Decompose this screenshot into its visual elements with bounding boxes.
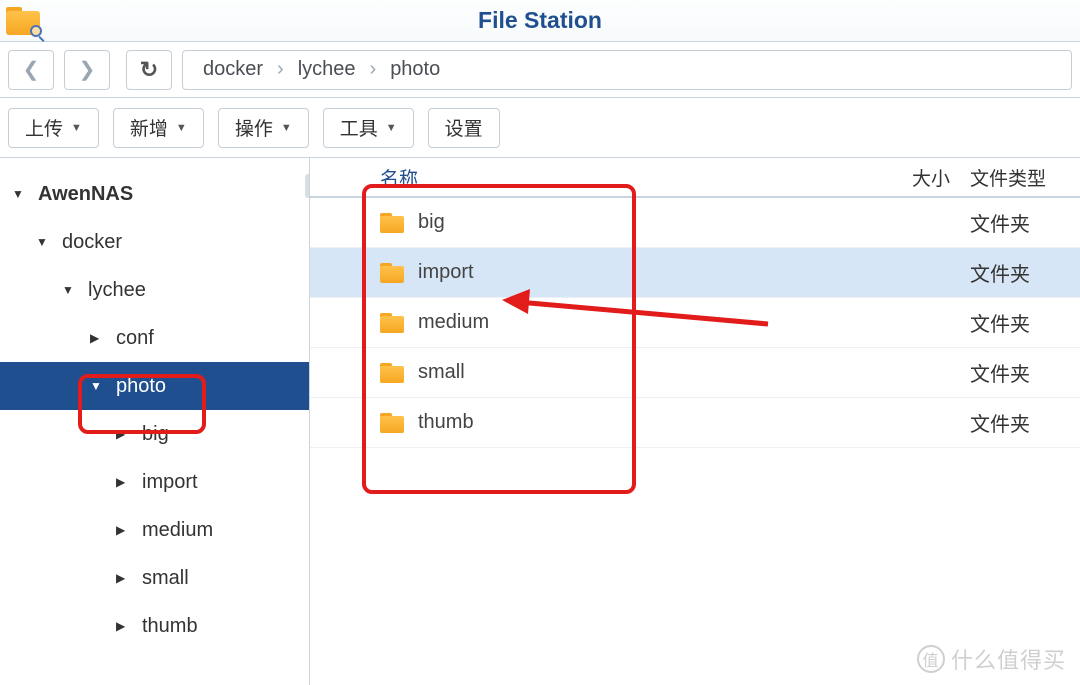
caret-down-icon: ▼: [281, 122, 292, 134]
folder-icon: [380, 213, 404, 233]
triangle-right-icon: ▶: [116, 475, 132, 489]
triangle-right-icon: ▶: [116, 619, 132, 633]
chevron-right-icon: ❯: [79, 57, 96, 82]
folder-icon: [380, 363, 404, 383]
caret-down-icon: ▼: [386, 122, 397, 134]
file-type: 文件夹: [970, 358, 1080, 387]
action-label: 操作: [235, 114, 273, 141]
file-row-big[interactable]: big 文件夹: [310, 198, 1080, 248]
list-header: 名称 大小 文件类型: [310, 158, 1080, 198]
tree-label: lychee: [88, 279, 146, 302]
breadcrumb-item[interactable]: docker: [203, 58, 263, 81]
upload-button[interactable]: 上传 ▼: [8, 108, 99, 148]
new-button[interactable]: 新增 ▼: [113, 108, 204, 148]
folder-icon: [380, 313, 404, 333]
tree-item-import[interactable]: ▶ import: [0, 458, 309, 506]
tree-item-lychee[interactable]: ▼ lychee: [0, 266, 309, 314]
tree-label: photo: [116, 375, 166, 398]
triangle-down-icon: ▼: [62, 283, 78, 297]
tree-label: import: [142, 471, 198, 494]
reload-button[interactable]: ↻: [126, 50, 172, 90]
triangle-right-icon: ▶: [90, 331, 106, 345]
forward-button[interactable]: ❯: [64, 50, 110, 90]
file-row-medium[interactable]: medium 文件夹: [310, 298, 1080, 348]
sidebar-resize-handle[interactable]: [304, 158, 310, 685]
tree-label: medium: [142, 519, 213, 542]
app-title: File Station: [0, 7, 1080, 34]
tree-item-small[interactable]: ▶ small: [0, 554, 309, 602]
tools-label: 工具: [340, 114, 378, 141]
triangle-down-icon: ▼: [90, 379, 106, 393]
tree-label: conf: [116, 327, 154, 350]
triangle-right-icon: ▶: [116, 427, 132, 441]
tree-label: small: [142, 567, 189, 590]
tree-item-conf[interactable]: ▶ conf: [0, 314, 309, 362]
tree-item-docker[interactable]: ▼ docker: [0, 218, 309, 266]
file-name: import: [418, 261, 474, 284]
file-row-small[interactable]: small 文件夹: [310, 348, 1080, 398]
watermark: 值 什么值得买: [917, 643, 1066, 675]
folder-icon: [380, 413, 404, 433]
main-area: ▼ AwenNAS ▼ docker ▼ lychee ▶ conf ▼ pho…: [0, 158, 1080, 685]
file-name: medium: [418, 311, 489, 334]
tree-label: docker: [62, 231, 122, 254]
caret-down-icon: ▼: [71, 122, 82, 134]
tree-root[interactable]: ▼ AwenNAS: [0, 170, 309, 218]
triangle-down-icon: ▼: [36, 235, 52, 249]
file-type: 文件夹: [970, 408, 1080, 437]
tree-root-label: AwenNAS: [38, 183, 133, 206]
triangle-right-icon: ▶: [116, 571, 132, 585]
triangle-right-icon: ▶: [116, 523, 132, 537]
breadcrumb-item[interactable]: lychee: [298, 58, 356, 81]
settings-button[interactable]: 设置: [428, 108, 500, 148]
chevron-left-icon: ❮: [23, 57, 40, 82]
column-name[interactable]: 名称: [310, 164, 860, 191]
triangle-down-icon: ▼: [12, 187, 28, 201]
watermark-icon: 值: [917, 645, 945, 673]
column-type[interactable]: 文件类型: [970, 164, 1080, 191]
settings-label: 设置: [445, 114, 483, 141]
title-bar: File Station: [0, 0, 1080, 42]
file-row-thumb[interactable]: thumb 文件夹: [310, 398, 1080, 448]
file-type: 文件夹: [970, 258, 1080, 287]
folder-icon: [380, 263, 404, 283]
reload-icon: ↻: [140, 57, 158, 83]
tree-item-medium[interactable]: ▶ medium: [0, 506, 309, 554]
file-name: small: [418, 361, 465, 384]
file-type: 文件夹: [970, 308, 1080, 337]
tools-button[interactable]: 工具 ▼: [323, 108, 414, 148]
app-folder-icon: [6, 7, 40, 35]
tree-item-photo[interactable]: ▼ photo: [0, 362, 309, 410]
list-body: big 文件夹 import 文件夹 medium 文件夹: [310, 198, 1080, 448]
tree-label: big: [142, 423, 169, 446]
tree-label: thumb: [142, 615, 198, 638]
new-label: 新增: [130, 114, 168, 141]
tree-item-thumb[interactable]: ▶ thumb: [0, 602, 309, 650]
watermark-text: 什么值得买: [951, 643, 1066, 675]
toolbar: 上传 ▼ 新增 ▼ 操作 ▼ 工具 ▼ 设置: [0, 98, 1080, 158]
file-name: thumb: [418, 411, 474, 434]
action-button[interactable]: 操作 ▼: [218, 108, 309, 148]
back-button[interactable]: ❮: [8, 50, 54, 90]
caret-down-icon: ▼: [176, 122, 187, 134]
file-name: big: [418, 211, 445, 234]
chevron-right-icon: ›: [370, 58, 377, 81]
file-row-import[interactable]: import 文件夹: [310, 248, 1080, 298]
file-type: 文件夹: [970, 208, 1080, 237]
upload-label: 上传: [25, 114, 63, 141]
sidebar-tree: ▼ AwenNAS ▼ docker ▼ lychee ▶ conf ▼ pho…: [0, 158, 310, 685]
nav-bar: ❮ ❯ ↻ docker › lychee › photo: [0, 42, 1080, 98]
breadcrumb-item[interactable]: photo: [390, 58, 440, 81]
tree-item-big[interactable]: ▶ big: [0, 410, 309, 458]
chevron-right-icon: ›: [277, 58, 284, 81]
file-pane: 名称 大小 文件类型 big 文件夹 import 文件夹: [310, 158, 1080, 685]
breadcrumb[interactable]: docker › lychee › photo: [182, 50, 1072, 90]
column-size[interactable]: 大小: [860, 164, 970, 191]
